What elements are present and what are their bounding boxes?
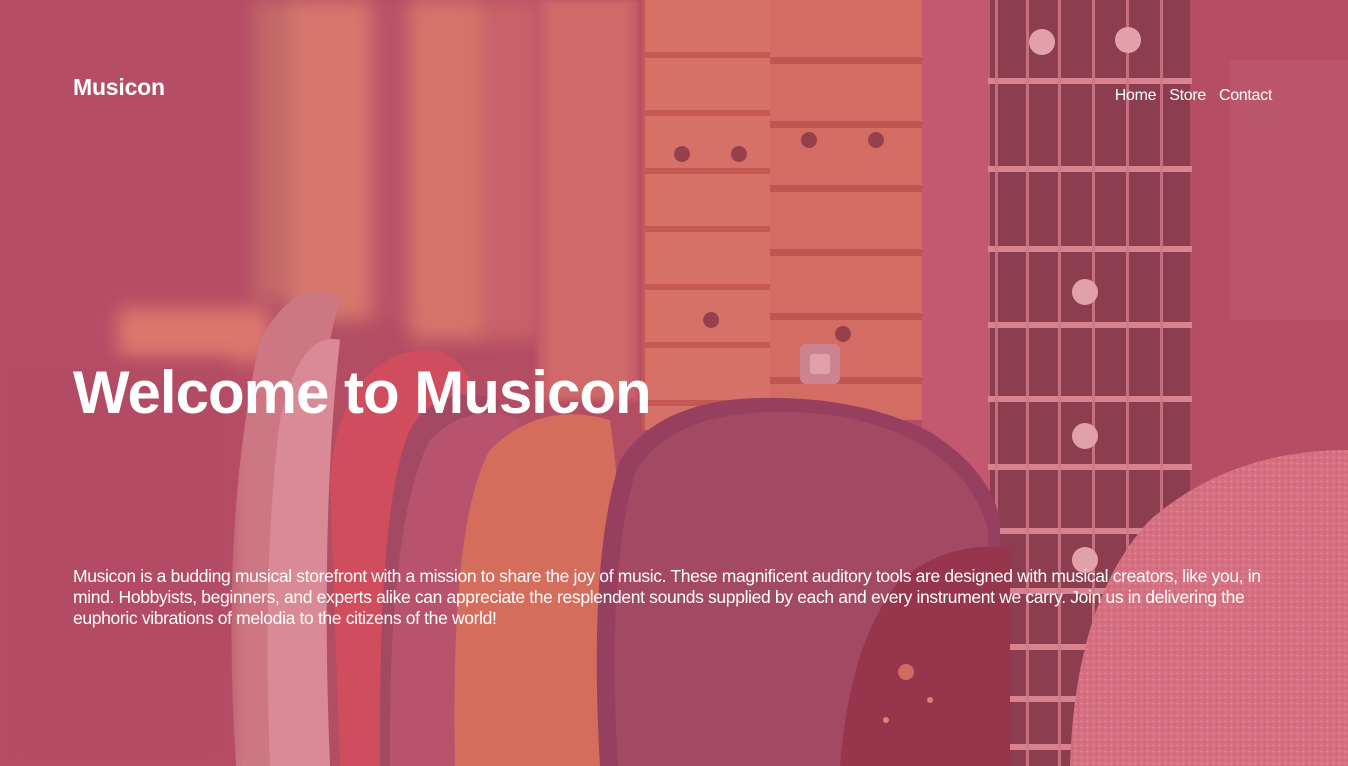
main-nav: Home Store Contact (1115, 87, 1273, 105)
nav-store-link[interactable]: Store (1169, 87, 1206, 105)
brand-logo[interactable]: Musicon (73, 74, 165, 101)
hero-intro-text: Musicon is a budding musical storefront … (73, 566, 1261, 628)
nav-home-link[interactable]: Home (1115, 87, 1157, 105)
hero-section: Musicon Home Store Contact Welcome to Mu… (0, 0, 1348, 766)
hero-headline: Welcome to Musicon (73, 359, 652, 426)
nav-contact-link[interactable]: Contact (1219, 87, 1272, 105)
